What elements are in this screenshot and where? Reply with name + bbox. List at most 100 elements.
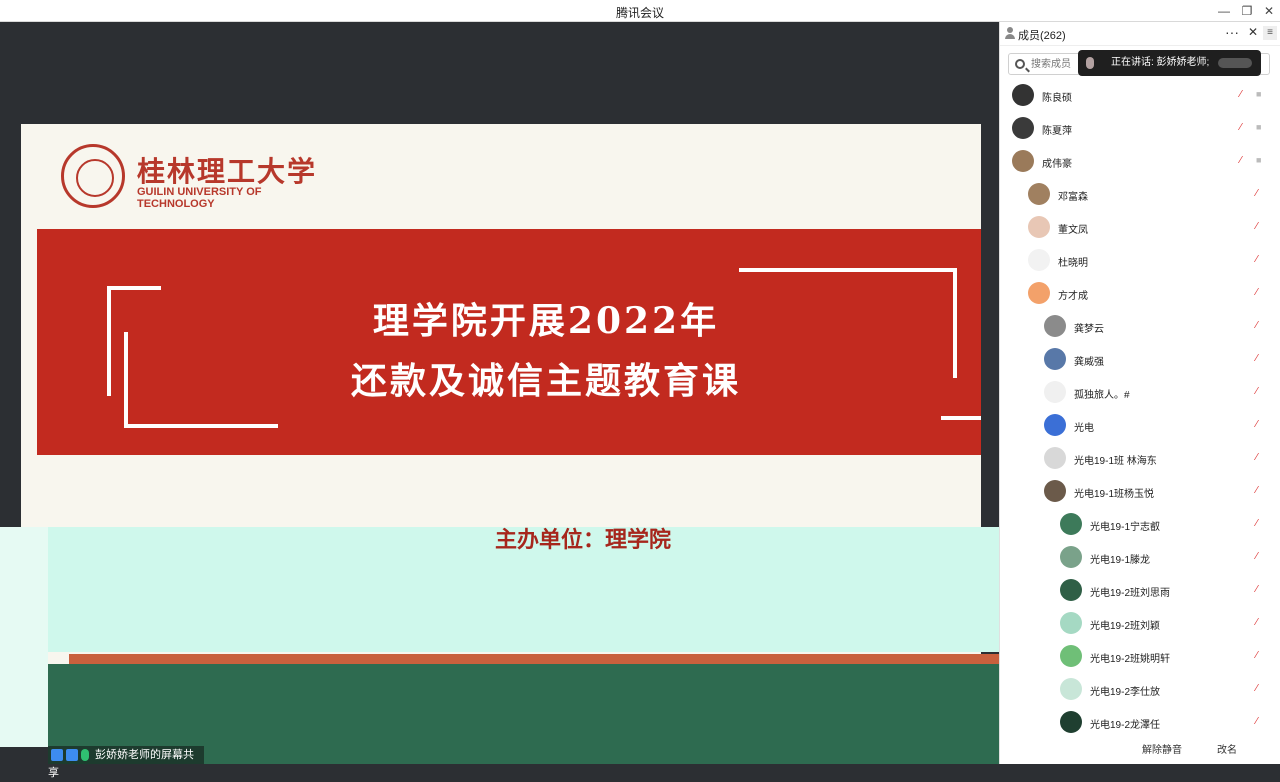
muted-mic-icon[interactable]: ⁄ [1256, 254, 1266, 266]
member-name: 成伟豪 [1042, 159, 1072, 170]
member-row[interactable]: 成伟豪 ⁄ ■ [1000, 146, 1280, 179]
muted-mic-icon[interactable]: ⁄ [1256, 617, 1266, 629]
speaking-indicator: 正在讲话: 彭娇娇老师; [1078, 50, 1261, 76]
camera-off-icon[interactable]: ■ [1256, 90, 1268, 99]
member-row[interactable]: 杜晓明 ⁄ [1000, 245, 1280, 278]
muted-mic-icon[interactable]: ⁄ [1256, 419, 1266, 431]
member-name: 方才成 [1058, 291, 1088, 302]
muted-mic-icon[interactable]: ⁄ [1240, 155, 1250, 167]
muted-mic-icon[interactable]: ⁄ [1256, 221, 1266, 233]
member-row[interactable]: 龚梦云 ⁄ [1000, 311, 1280, 344]
member-row[interactable]: 邓富森 ⁄ [1000, 179, 1280, 212]
speaking-text: 正在讲话: 彭娇娇老师; [1111, 57, 1210, 68]
member-avatar [1060, 711, 1082, 733]
members-panel: 成员(262) ··· ✕ ≡ 陈良硕⁄■陈夏萍⁄■成伟豪⁄■邓富森⁄董文凤⁄杜… [999, 22, 1280, 764]
muted-mic-icon[interactable]: ⁄ [1256, 287, 1266, 299]
muted-mic-icon[interactable]: ⁄ [1256, 452, 1266, 464]
title-bar: 腾讯会议 — ❐ ✕ [0, 0, 1280, 22]
muted-mic-icon[interactable]: ⁄ [1240, 89, 1250, 101]
logo-english: GUILIN UNIVERSITY OF TECHNOLOGY [137, 186, 262, 210]
member-row[interactable]: 光电19-2班刘颖 ⁄ [1000, 608, 1280, 641]
member-row[interactable]: 光电19-2班刘思雨 ⁄ [1000, 575, 1280, 608]
microphone-icon [81, 749, 89, 762]
member-name: 董文凤 [1058, 225, 1088, 236]
member-avatar [1060, 645, 1082, 667]
members-panel-header: 成员(262) ··· ✕ ≡ [1000, 22, 1280, 46]
screen-artifact [0, 527, 48, 747]
window-title: 腾讯会议 [615, 6, 664, 20]
member-name: 光电19-2班刘思雨 [1090, 588, 1171, 599]
rename-button[interactable]: 改名 [1217, 741, 1237, 756]
member-row[interactable]: 陈夏萍 ⁄ ■ [1000, 113, 1280, 146]
university-seal-icon [61, 144, 125, 208]
microphone-icon [1086, 57, 1094, 69]
panel-menu-icon[interactable]: ≡ [1263, 26, 1277, 40]
member-name: 龚梦云 [1074, 324, 1104, 335]
close-icon[interactable]: ✕ [1261, 3, 1277, 19]
more-options-icon[interactable]: ··· [1225, 24, 1239, 40]
logo-chinese: 桂林理工大学 [137, 155, 318, 188]
member-avatar [1060, 678, 1082, 700]
muted-mic-icon[interactable]: ⁄ [1256, 320, 1266, 332]
minimize-icon[interactable]: — [1216, 3, 1232, 19]
screen-share-icon [66, 749, 78, 762]
member-name: 陈良硕 [1042, 93, 1072, 104]
muted-mic-icon[interactable]: ⁄ [1256, 485, 1266, 497]
member-name: 光电19-1班 林海东 [1074, 456, 1157, 467]
member-row[interactable]: 光电19-1滕龙 ⁄ [1000, 542, 1280, 575]
member-avatar [1060, 546, 1082, 568]
member-avatar [1060, 612, 1082, 634]
member-avatar [1028, 183, 1050, 205]
university-logo: 桂林理工大学 GUILIN UNIVERSITY OF TECHNOLOGY [41, 144, 321, 214]
muted-mic-icon[interactable]: ⁄ [1256, 551, 1266, 563]
muted-mic-icon[interactable]: ⁄ [1240, 122, 1250, 134]
slide-footer-bar [69, 654, 1029, 664]
muted-mic-icon[interactable]: ⁄ [1256, 353, 1266, 365]
shared-screen-area: 桂林理工大学 GUILIN UNIVERSITY OF TECHNOLOGY 理… [0, 22, 999, 764]
member-avatar [1044, 348, 1066, 370]
muted-mic-icon[interactable]: ⁄ [1256, 650, 1266, 662]
search-icon [1015, 59, 1025, 69]
member-name: 光电19-2班姚明轩 [1090, 654, 1171, 665]
muted-mic-icon[interactable]: ⁄ [1256, 683, 1266, 695]
member-row[interactable]: 董文凤 ⁄ [1000, 212, 1280, 245]
muted-mic-icon[interactable]: ⁄ [1256, 188, 1266, 200]
slide-title-line2: 还款及诚信主题教育课 [350, 360, 741, 402]
members-list[interactable]: 陈良硕 ⁄ ■ 陈夏萍 ⁄ ■ 成伟豪 ⁄ ■ 邓富森 ⁄ 董文凤 ⁄ 杜晓明 ⁄ 方才成 ⁄ 龚梦云 ⁄ 龚威强 ⁄ 孤… [1000, 80, 1280, 764]
screen-share-status[interactable]: 彭娇娇老师的屏幕共享 [48, 746, 204, 779]
member-name: 光电19-1滕龙 [1090, 555, 1151, 566]
member-name: 光电 [1074, 423, 1094, 434]
members-count-title: 成员(262) [1018, 30, 1066, 42]
member-name: 陈夏萍 [1042, 126, 1072, 137]
member-name: 光电19-2李仕放 [1090, 687, 1161, 698]
muted-mic-icon[interactable]: ⁄ [1256, 716, 1266, 728]
member-row[interactable]: 方才成 ⁄ [1000, 278, 1280, 311]
member-row[interactable]: 陈良硕 ⁄ ■ [1000, 80, 1280, 113]
member-avatar [1028, 249, 1050, 271]
member-row[interactable]: 光电19-1班 林海东 ⁄ [1000, 443, 1280, 476]
member-name: 光电19-2龙澤任 [1090, 720, 1161, 731]
member-avatar [1044, 315, 1066, 337]
muted-mic-icon[interactable]: ⁄ [1256, 584, 1266, 596]
member-row[interactable]: 光电 ⁄ [1000, 410, 1280, 443]
member-row[interactable]: 孤独旅人。# ⁄ [1000, 377, 1280, 410]
unmute-all-button[interactable]: 解除静音 [1142, 741, 1182, 756]
member-row[interactable]: 龚威强 ⁄ [1000, 344, 1280, 377]
member-row[interactable]: 光电19-1班杨玉悦 ⁄ [1000, 476, 1280, 509]
camera-off-icon[interactable]: ■ [1256, 156, 1268, 165]
member-row[interactable]: 光电19-2李仕放 ⁄ [1000, 674, 1280, 707]
member-avatar [1044, 381, 1066, 403]
member-row[interactable]: 光电19-1宁志叡 ⁄ [1000, 509, 1280, 542]
maximize-icon[interactable]: ❐ [1239, 3, 1255, 19]
panel-close-icon[interactable]: ✕ [1248, 25, 1258, 39]
member-name: 龚威强 [1074, 357, 1104, 368]
muted-mic-icon[interactable]: ⁄ [1256, 386, 1266, 398]
member-row[interactable]: 光电19-2班姚明轩 ⁄ [1000, 641, 1280, 674]
member-avatar [1060, 579, 1082, 601]
camera-off-icon[interactable]: ■ [1256, 123, 1268, 132]
muted-mic-icon[interactable]: ⁄ [1256, 518, 1266, 530]
members-panel-footer: 解除静音 改名 [1047, 734, 1280, 764]
member-avatar [1060, 513, 1082, 535]
person-icon [1005, 27, 1015, 39]
member-name: 光电19-1宁志叡 [1090, 522, 1161, 533]
